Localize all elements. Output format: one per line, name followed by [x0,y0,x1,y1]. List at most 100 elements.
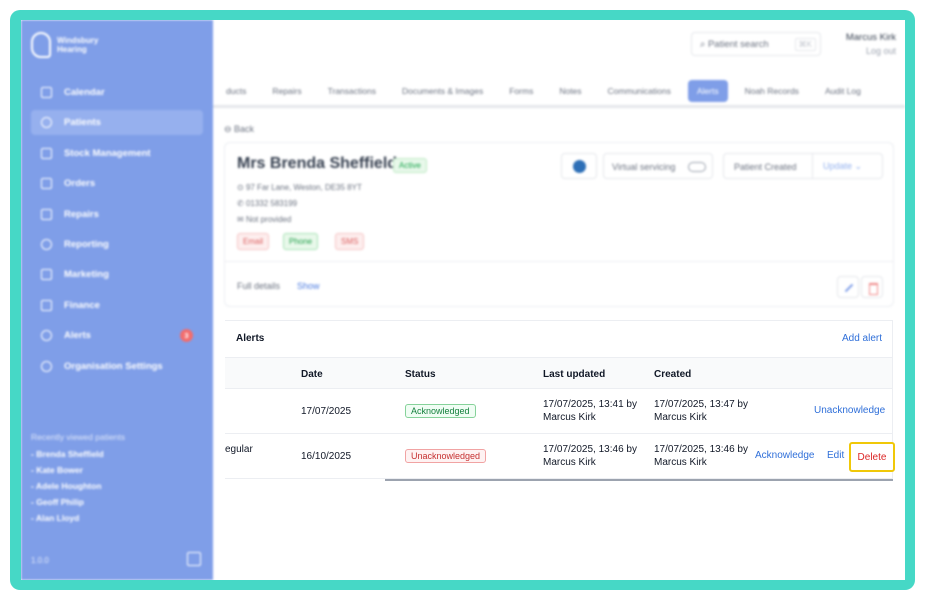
sidebar-item-label: Finance [64,299,100,311]
status-badge: Acknowledged [405,404,476,418]
recent-title: Recently viewed patients [31,432,126,442]
column-header-status: Status [405,369,436,380]
add-alert-button[interactable]: Add alert [842,333,882,344]
column-header-last-updated: Last updated [543,369,606,380]
blurred-background: Windsbury Hearing Calendar Patients Stoc… [21,20,905,580]
patient-search-input[interactable]: ⌕ Patient search ⌘K [691,32,821,56]
sidebar-item-patients[interactable]: Patients [31,110,203,136]
patient-status-value: Patient Created [734,162,797,172]
recent-patient-link[interactable]: - Geoff Philip [31,497,125,513]
sidebar-item-alerts[interactable]: Alerts 3 [31,323,203,348]
sidebar: Windsbury Hearing Calendar Patients Stoc… [21,20,213,580]
created-line1: 17/07/2025, 13:46 by [654,444,748,455]
edit-alert-button[interactable]: Edit [827,450,844,461]
phone-text: 01332 583199 [245,199,298,208]
bell-icon [41,330,52,342]
alerts-panel: Alerts Add alert Date Status Last update… [225,320,895,480]
phone-consent-chip[interactable]: Phone [283,233,319,250]
back-label: Back [234,124,255,134]
app-version: 1.0.0 [31,556,49,565]
search-placeholder: Patient search [707,38,769,50]
recent-patient-link[interactable]: - Kate Bower [31,465,125,481]
horizontal-scrollbar[interactable] [385,479,893,481]
sms-consent-chip[interactable]: SMS [335,233,365,250]
virtual-servicing-toggle[interactable] [688,162,706,172]
collapse-sidebar-icon[interactable] [187,552,201,566]
sidebar-item-label: Stock Management [64,147,151,159]
delete-alert-button[interactable]: Delete [849,442,895,472]
divider [225,261,893,262]
alerts-title: Alerts [236,333,265,344]
patient-card: Mrs Brenda Sheffield Active ⊙ 97 Far Lan… [224,142,894,307]
sidebar-item-reporting[interactable]: Reporting [31,232,203,257]
tab-notes[interactable]: Notes [546,80,594,102]
logo: Windsbury Hearing [31,32,117,58]
calendar-icon [41,87,52,98]
address-text: 97 Far Lane, Weston, DE35 8YT [245,183,362,192]
gear-icon [41,360,52,372]
table-row: egular 16/10/2025 Unacknowledged 17/07/2… [225,434,895,479]
mail-icon [41,269,52,281]
sidebar-item-organisation-settings[interactable]: Organisation Settings [31,354,203,379]
tab-audit-log[interactable]: Audit Log [812,80,874,102]
sidebar-item-marketing[interactable]: Marketing [31,262,203,287]
recent-patient-link[interactable]: - Alan Lloyd [31,513,125,529]
tab-documents-images[interactable]: Documents & Images [389,80,496,102]
stock-icon [41,147,52,159]
patient-tabs: ducts Repairs Transactions Documents & I… [213,76,905,108]
patient-name: Mrs Brenda Sheffield [237,155,398,172]
sidebar-item-calendar[interactable]: Calendar [31,80,203,105]
email-consent-chip[interactable]: Email [237,233,270,250]
sidebar-item-orders[interactable]: Orders [31,171,203,196]
logo-text: Windsbury Hearing [57,36,99,54]
patient-phone: ✆ 01332 583199 [237,199,297,208]
sidebar-item-stock-management[interactable]: Stock Management [31,141,203,166]
email-icon: ✉ [237,215,246,224]
back-button[interactable]: ⊖ Back [224,124,254,135]
sidebar-item-label: Patients [64,117,101,129]
sidebar-item-finance[interactable]: Finance [31,293,203,318]
alert-type-fragment: egular [225,444,253,455]
sidebar-nav: Calendar Patients Stock Management Order… [31,80,203,384]
tab-noah-records[interactable]: Noah Records [732,80,812,102]
noah-link-button[interactable] [561,153,597,179]
email-text: Not provided [245,215,292,224]
edit-patient-icon[interactable] [837,276,859,298]
status-badge: Unacknowledged [405,449,487,463]
patient-status-select[interactable]: Patient Created Update ⌄ [723,153,883,179]
tab-forms[interactable]: Forms [496,80,546,102]
search-shortcut: ⌘K [794,37,816,51]
search-icon: ⌕ [700,38,708,50]
sidebar-item-repairs[interactable]: Repairs [31,202,203,227]
update-button[interactable]: Update ⌄ [812,154,862,178]
tab-alerts[interactable]: Alerts [687,79,728,102]
card-icon [41,299,52,311]
unacknowledge-button[interactable]: Unacknowledge [814,405,885,416]
chevron-down-icon: ⌄ [854,161,863,171]
alert-date: 16/10/2025 [301,451,352,462]
alerts-count-badge: 3 [180,329,193,343]
recent-patient-link[interactable]: - Adele Houghton [31,481,125,497]
delete-patient-icon[interactable] [861,276,883,298]
tab-products[interactable]: ducts [213,80,259,102]
show-details-link[interactable]: Show [297,281,320,291]
table-header: Date Status Last updated Created [225,357,892,389]
virtual-servicing-label: Virtual servicing [612,162,676,172]
last-updated-line1: 17/07/2025, 13:41 by [543,399,637,410]
logout-link[interactable]: Log out [821,46,896,56]
status-badge: Active [393,158,427,173]
patient-email: ✉ Not provided [237,215,291,224]
tab-communications[interactable]: Communications [595,80,684,102]
sidebar-item-label: Repairs [64,208,99,220]
column-header-date: Date [301,369,323,380]
update-label: Update [823,161,853,171]
chart-pie-icon [41,238,52,250]
created-line2: Marcus Kirk [654,412,707,423]
ear-logo-icon [31,32,51,58]
recent-patient-link[interactable]: - Brenda Sheffield [31,449,125,465]
alert-date: 17/07/2025 [301,406,352,417]
acknowledge-button[interactable]: Acknowledge [755,450,814,461]
last-updated-line2: Marcus Kirk [543,412,596,423]
tab-transactions[interactable]: Transactions [315,80,389,102]
tab-repairs[interactable]: Repairs [259,80,314,102]
